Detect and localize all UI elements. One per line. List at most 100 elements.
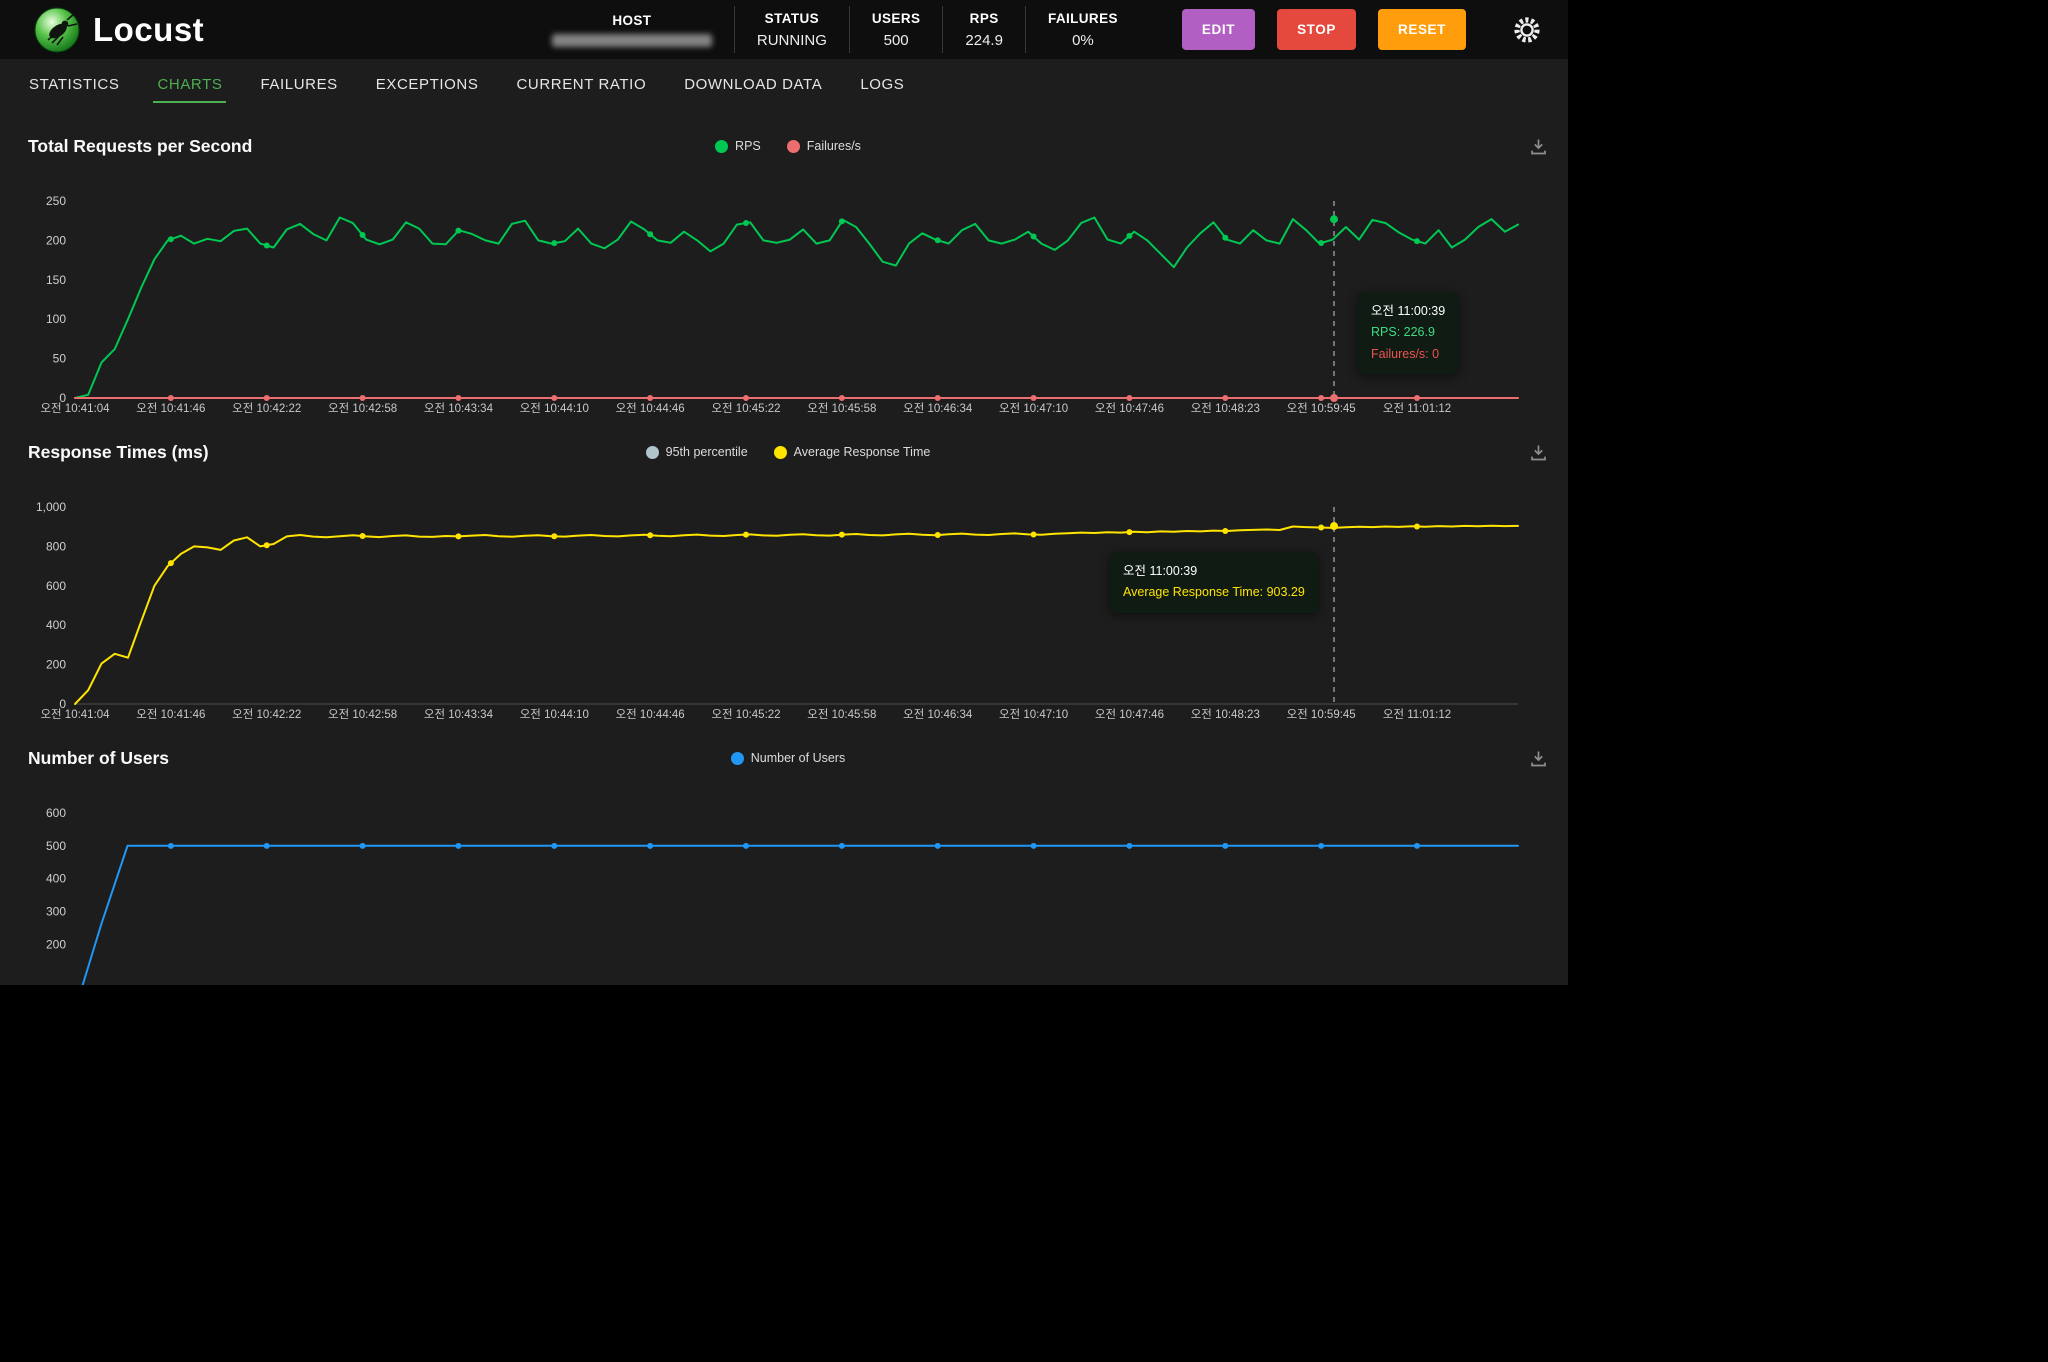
svg-text:오전 10:46:34: 오전 10:46:34 (903, 708, 973, 721)
host-value-redacted (551, 33, 712, 47)
chart-number-of-users: Number of Users Number of Users 600 500 40… (28, 738, 1548, 985)
svg-text:오전 10:41:04: 오전 10:41:04 (40, 402, 110, 415)
reset-button[interactable]: RESET (1377, 9, 1466, 50)
tab-charts[interactable]: CHARTS (138, 59, 241, 110)
legend-dot (730, 751, 744, 765)
users-chart-canvas[interactable]: 600 500 400 300 200 (28, 778, 1548, 985)
tab-statistics[interactable]: STATISTICS (10, 59, 138, 110)
rps-label: RPS (969, 10, 999, 26)
tab-failures[interactable]: FAILURES (241, 59, 356, 110)
tab-logs[interactable]: LOGS (841, 59, 923, 110)
legend-dot (773, 445, 787, 459)
svg-text:800: 800 (46, 539, 66, 553)
chart-legend: 95th percentile Average Response Time (28, 445, 1548, 459)
svg-text:오전 10:45:22: 오전 10:45:22 (711, 402, 780, 415)
chart-legend: RPS Failures/s (28, 139, 1548, 153)
svg-text:150: 150 (46, 273, 66, 287)
users-label: USERS (871, 10, 921, 26)
svg-text:오전 10:42:58: 오전 10:42:58 (328, 708, 397, 721)
svg-text:100: 100 (46, 312, 66, 326)
svg-text:오전 10:45:58: 오전 10:45:58 (807, 402, 876, 415)
svg-text:오전 10:43:34: 오전 10:43:34 (424, 402, 494, 415)
locust-app: Locust HOST STATUS RUNNING USERS 500 RPS (0, 0, 1568, 985)
tab-download-data[interactable]: DOWNLOAD DATA (665, 59, 841, 110)
svg-text:오전 10:44:10: 오전 10:44:10 (520, 708, 589, 721)
svg-text:400: 400 (46, 618, 66, 632)
legend-item[interactable]: RPS (715, 139, 761, 153)
chart-tooltip: 오전 11:00:39 RPS: 226.9 Failures/s: 0 (1358, 292, 1459, 374)
status-label: STATUS (764, 10, 820, 26)
chart-legend: Number of Users (28, 751, 1548, 765)
edit-button[interactable]: EDIT (1181, 9, 1256, 50)
svg-text:오전 11:01:12: 오전 11:01:12 (1383, 402, 1451, 415)
legend-label: Failures/s (806, 139, 861, 153)
legend-item[interactable]: Number of Users (730, 751, 846, 765)
svg-text:오전 10:43:34: 오전 10:43:34 (424, 708, 494, 721)
legend-dot (786, 139, 800, 153)
svg-text:오전 11:01:12: 오전 11:01:12 (1383, 708, 1451, 721)
svg-text:오전 10:48:23: 오전 10:48:23 (1191, 402, 1260, 415)
svg-text:200: 200 (46, 658, 66, 672)
locust-logo-icon (34, 7, 80, 52)
svg-text:250: 250 (46, 194, 66, 208)
stat-host: HOST (530, 6, 734, 53)
chart-total-requests-per-second: Total Requests per Second RPS Failures/s … (28, 126, 1548, 416)
rps-value: 224.9 (965, 31, 1003, 49)
settings-button[interactable] (1512, 15, 1542, 45)
svg-text:오전 10:42:22: 오전 10:42:22 (232, 402, 301, 415)
top-bar: Locust HOST STATUS RUNNING USERS 500 RPS (0, 0, 1568, 59)
locust-logo[interactable]: Locust (0, 7, 204, 53)
stat-rps: RPS 224.9 (942, 6, 1025, 53)
svg-text:오전 10:59:45: 오전 10:59:45 (1287, 708, 1356, 721)
tab-current-ratio[interactable]: CURRENT RATIO (497, 59, 665, 110)
svg-text:50: 50 (53, 352, 67, 366)
svg-text:오전 10:44:10: 오전 10:44:10 (520, 402, 589, 415)
svg-text:300: 300 (46, 905, 66, 919)
rps-chart-canvas[interactable]: 250200150100500오전 10:41:04 오전 10:41:46 오전 … (28, 166, 1548, 416)
svg-text:오전 10:42:22: 오전 10:42:22 (232, 708, 301, 721)
svg-text:오전 10:45:58: 오전 10:45:58 (807, 708, 876, 721)
svg-text:500: 500 (46, 839, 66, 853)
svg-text:200: 200 (46, 937, 66, 951)
legend-dot (645, 445, 659, 459)
svg-text:오전 10:46:34: 오전 10:46:34 (903, 402, 973, 415)
tab-bar: STATISTICS CHARTS FAILURES EXCEPTIONS CU… (0, 59, 1568, 110)
svg-text:오전 10:47:10: 오전 10:47:10 (999, 402, 1068, 415)
svg-text:오전 10:41:46: 오전 10:41:46 (136, 708, 205, 721)
stop-button[interactable]: STOP (1277, 9, 1356, 50)
svg-text:오전 10:42:58: 오전 10:42:58 (328, 402, 397, 415)
svg-text:오전 10:47:46: 오전 10:47:46 (1095, 708, 1164, 721)
svg-text:1,000: 1,000 (36, 500, 66, 514)
chart-response-times: Response Times (ms) 95th percentile Avera… (28, 432, 1548, 722)
gear-icon (1514, 16, 1540, 43)
tab-exceptions[interactable]: EXCEPTIONS (357, 59, 498, 110)
svg-text:200: 200 (46, 233, 66, 247)
svg-text:오전 10:45:22: 오전 10:45:22 (711, 708, 780, 721)
svg-text:오전 10:44:46: 오전 10:44:46 (616, 402, 685, 415)
svg-text:400: 400 (46, 872, 66, 886)
charts-page: Total Requests per Second RPS Failures/s … (0, 110, 1568, 985)
legend-label: Average Response Time (793, 445, 931, 459)
host-label: HOST (612, 12, 652, 28)
response-times-chart-canvas[interactable]: 1,0008006004002000오전 10:41:04 오전 10:41:46… (28, 472, 1548, 722)
brand-name: Locust (93, 10, 205, 48)
header-actions: EDIT STOP RESET (1181, 9, 1466, 50)
legend-item[interactable]: Average Response Time (773, 445, 931, 459)
legend-item[interactable]: Failures/s (786, 139, 861, 153)
legend-label: Number of Users (750, 751, 846, 765)
svg-text:오전 10:47:46: 오전 10:47:46 (1095, 402, 1164, 415)
stat-users: USERS 500 (848, 6, 943, 53)
svg-text:오전 10:59:45: 오전 10:59:45 (1287, 402, 1356, 415)
legend-dot (715, 139, 729, 153)
svg-text:오전 10:44:46: 오전 10:44:46 (616, 708, 685, 721)
status-value: RUNNING (756, 31, 827, 49)
svg-text:600: 600 (46, 806, 66, 820)
svg-text:오전 10:47:10: 오전 10:47:10 (999, 708, 1068, 721)
legend-label: RPS (735, 139, 761, 153)
legend-label: 95th percentile (665, 445, 748, 459)
legend-item[interactable]: 95th percentile (645, 445, 748, 459)
stat-failures: FAILURES 0% (1024, 6, 1140, 53)
svg-text:오전 10:41:04: 오전 10:41:04 (40, 708, 110, 721)
stat-status: STATUS RUNNING (733, 6, 849, 53)
failures-value: 0% (1072, 31, 1094, 49)
